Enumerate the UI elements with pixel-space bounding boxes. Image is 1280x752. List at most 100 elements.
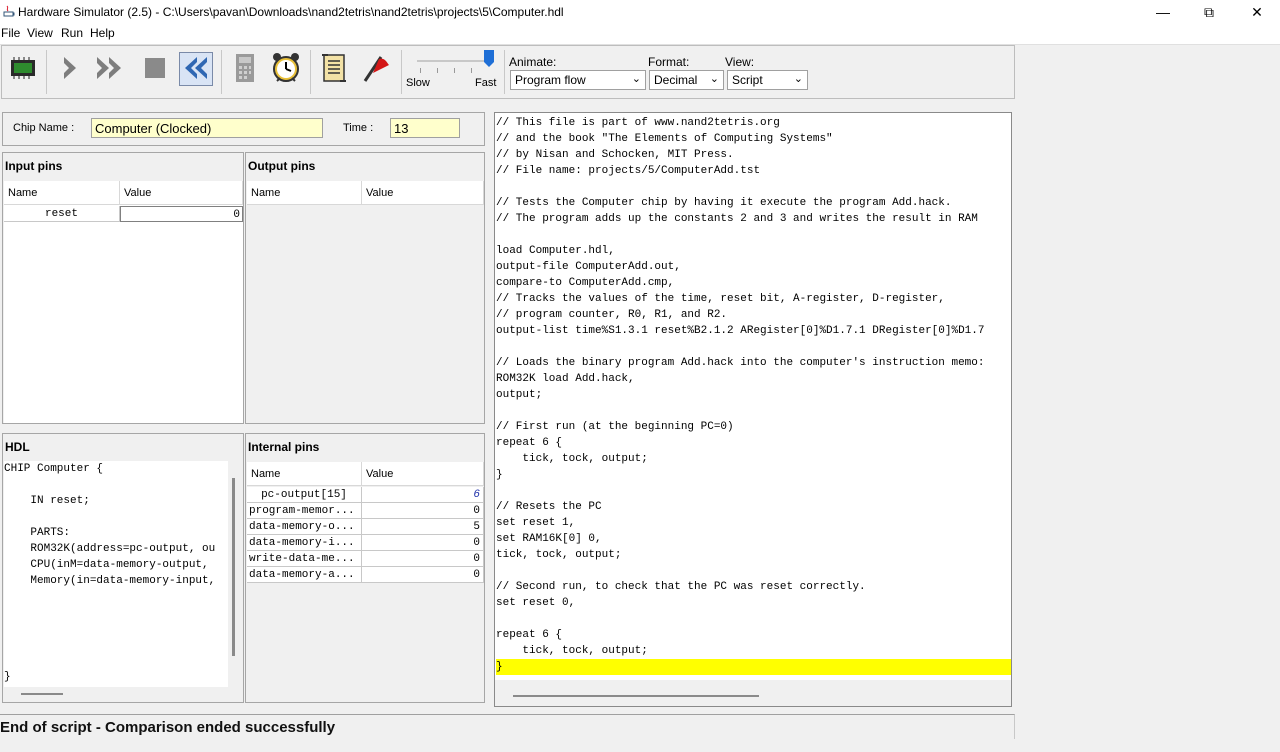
script-line: tick, tock, output; — [496, 453, 648, 465]
output-pins-title: Output pins — [248, 159, 316, 173]
speed-fast-label: Fast — [475, 77, 497, 89]
script-line: tick, tock, output; — [496, 645, 648, 657]
toolbar-separator — [221, 50, 222, 94]
value-column-header[interactable]: Value — [120, 181, 243, 205]
load-script-button[interactable] — [317, 52, 351, 86]
time-field[interactable]: 13 — [390, 118, 460, 138]
format-select[interactable]: Decimal ⌄ — [649, 70, 724, 90]
menu-help[interactable]: Help — [90, 26, 115, 40]
script-icon — [320, 53, 348, 86]
script-text-area[interactable]: // This file is part of www.nand2tetris.… — [496, 115, 1011, 680]
menu-run[interactable]: Run — [61, 26, 83, 40]
menu-file[interactable]: File — [1, 26, 20, 40]
internal-pin-value: 6 — [362, 487, 484, 503]
minimize-button[interactable]: — — [1140, 0, 1186, 24]
output-pins-table: Name Value — [247, 181, 484, 423]
input-pins-title: Input pins — [5, 159, 63, 173]
chip-name-field[interactable]: Computer (Clocked) — [91, 118, 323, 138]
input-pin-value[interactable]: 0 — [120, 206, 243, 222]
hdl-text-area[interactable]: CHIP Computer { IN reset; PARTS: ROM32K(… — [4, 461, 228, 687]
value-column-header[interactable]: Value — [362, 181, 484, 205]
chevron-down-icon: ⌄ — [631, 73, 641, 85]
script-line: compare-to ComputerAdd.cmp, — [496, 277, 675, 289]
slider-track — [417, 60, 489, 62]
speed-slow-label: Slow — [406, 77, 430, 89]
internal-pin-name: data-memory-a... — [247, 567, 362, 583]
script-line: load Computer.hdl, — [496, 245, 615, 257]
name-column-header[interactable]: Name — [247, 462, 362, 486]
clock-button[interactable] — [269, 52, 303, 86]
fast-forward-button[interactable] — [94, 52, 128, 86]
script-horizontal-scrollbar[interactable] — [513, 695, 759, 697]
single-step-button[interactable] — [53, 52, 87, 86]
script-line: set reset 1, — [496, 517, 576, 529]
speed-slider[interactable] — [417, 50, 499, 73]
script-line: // The program adds up the constants 2 a… — [496, 213, 978, 225]
view-select[interactable]: Script ⌄ — [727, 70, 808, 90]
eval-button[interactable] — [228, 52, 262, 86]
toolbar-separator — [310, 50, 311, 94]
internal-pins-title: Internal pins — [248, 440, 320, 454]
menu-view[interactable]: View — [27, 26, 53, 40]
slider-thumb[interactable] — [483, 50, 495, 67]
hdl-vertical-scrollbar[interactable] — [232, 478, 235, 656]
stop-icon — [143, 56, 167, 83]
status-bar: End of script - Comparison ended success… — [0, 714, 1015, 739]
internal-pin-value: 0 — [362, 551, 484, 567]
script-line: // and the book "The Elements of Computi… — [496, 133, 833, 145]
script-line: ROM32K load Add.hack, — [496, 373, 635, 385]
input-pins-table: Name Value reset 0 — [4, 181, 243, 423]
script-line: output-file ComputerAdd.out, — [496, 261, 681, 273]
chevron-down-icon: ⌄ — [709, 73, 719, 85]
input-pin-name: reset — [4, 206, 120, 222]
internal-pin-name: pc-output[15] — [247, 487, 362, 503]
title-bar: Hardware Simulator (2.5) - C:\Users\pava… — [0, 0, 1280, 24]
script-source: // This file is part of www.nand2tetris.… — [496, 115, 1011, 675]
script-line: // Tracks the values of the time, reset … — [496, 293, 945, 305]
script-line — [496, 339, 1011, 355]
rewind-button[interactable] — [179, 52, 213, 86]
animate-select-value: Program flow — [515, 73, 586, 87]
output-pins-panel: Output pins Name Value — [245, 152, 485, 424]
fast-forward-icon — [94, 54, 128, 85]
script-line: // program counter, R0, R1, and R2. — [496, 309, 728, 321]
script-line: set reset 0, — [496, 597, 576, 609]
clock-icon — [271, 52, 301, 87]
script-line: output-list time%S1.3.1 reset%B2.1.2 ARe… — [496, 325, 985, 337]
close-button[interactable]: ✕ — [1234, 0, 1280, 24]
hdl-panel: HDL CHIP Computer { IN reset; PARTS: ROM… — [2, 433, 244, 703]
maximize-button[interactable]: ⧉ — [1186, 0, 1232, 24]
window-title: Hardware Simulator (2.5) - C:\Users\pava… — [18, 5, 564, 19]
script-line: // Tests the Computer chip by having it … — [496, 197, 952, 209]
stop-button[interactable] — [138, 52, 172, 86]
internal-pins-panel: Internal pins Name Value pc-output[15] 6 p… — [245, 433, 485, 703]
view-label: View: — [725, 55, 755, 69]
script-line: // by Nisan and Schocken, MIT Press. — [496, 149, 734, 161]
single-step-icon — [58, 54, 82, 85]
slider-tick — [471, 68, 472, 73]
hdl-horizontal-scrollbar[interactable] — [21, 693, 63, 695]
slider-tick — [454, 68, 455, 73]
name-column-header[interactable]: Name — [4, 181, 120, 205]
script-line: } — [496, 469, 503, 481]
toolbar-separator — [401, 50, 402, 94]
animate-select[interactable]: Program flow ⌄ — [510, 70, 646, 90]
internal-pins-table: Name Value pc-output[15] 6 program-memor..… — [247, 462, 484, 702]
script-line: // This file is part of www.nand2tetris.… — [496, 117, 780, 129]
time-label: Time : — [343, 122, 374, 134]
value-column-header[interactable]: Value — [362, 462, 484, 486]
chip-icon — [8, 56, 38, 83]
chevron-down-icon: ⌄ — [793, 73, 803, 85]
input-pins-panel: Input pins Name Value reset 0 — [2, 152, 244, 424]
script-line — [496, 563, 1011, 579]
breakpoint-flag-icon — [359, 53, 391, 86]
java-app-icon — [3, 5, 15, 17]
name-column-header[interactable]: Name — [247, 181, 362, 205]
internal-pin-name: program-memor... — [247, 503, 362, 519]
breakpoints-button[interactable] — [358, 52, 392, 86]
chip-name-panel: Chip Name : Computer (Clocked) Time : 13 — [2, 112, 485, 146]
view-select-value: Script — [732, 73, 763, 87]
script-line: // First run (at the beginning PC=0) — [496, 421, 734, 433]
load-chip-button[interactable] — [6, 52, 40, 86]
script-current-line: } — [496, 659, 1011, 675]
